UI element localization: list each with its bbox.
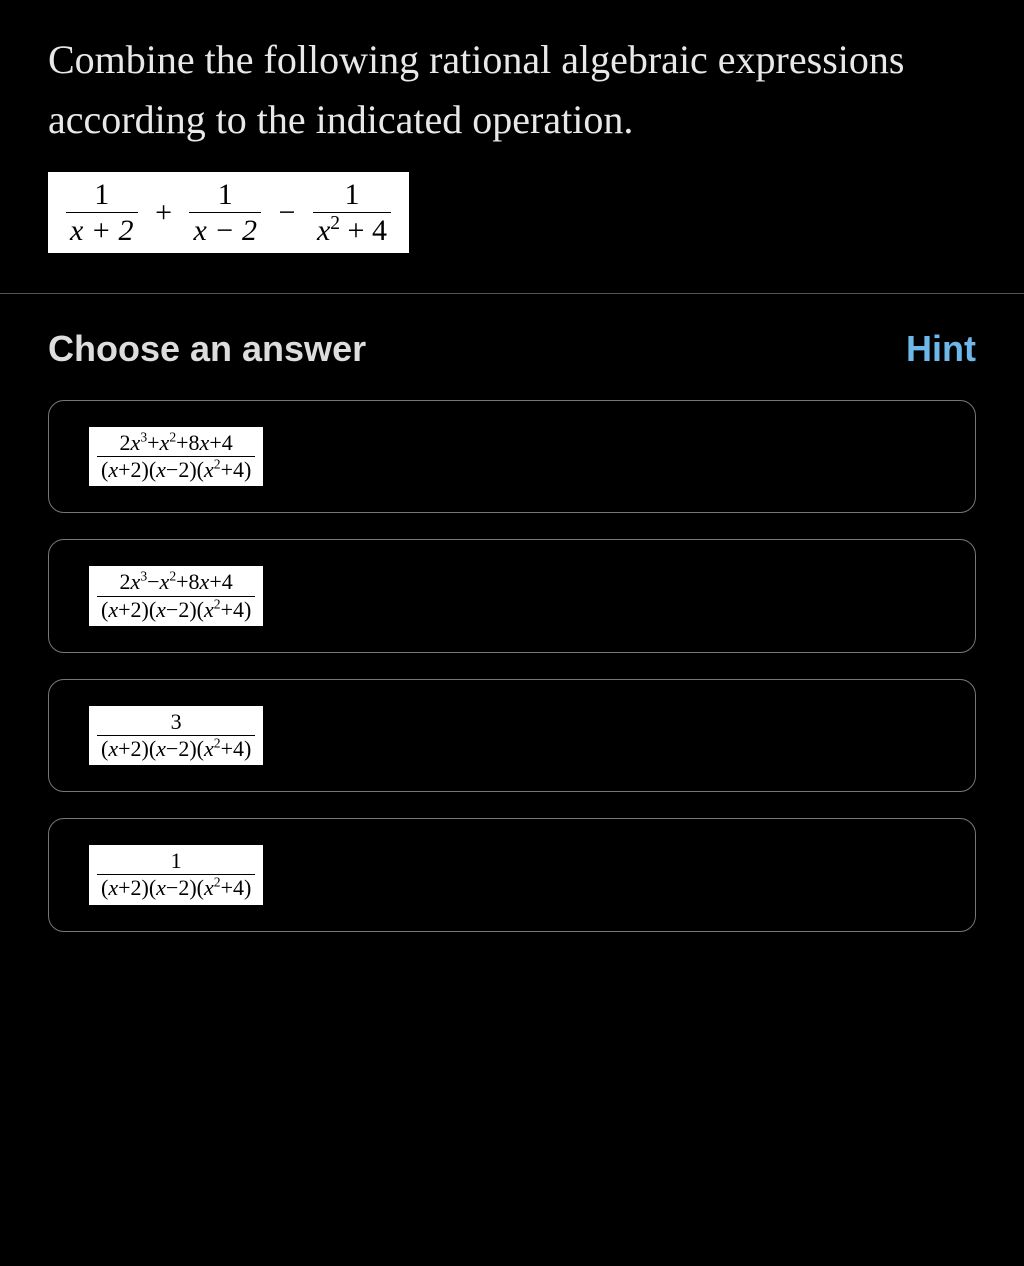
question-expression: 1 x + 2 + 1 x − 2 − 1 x2 + 4 (48, 172, 409, 253)
option-expression: 2x3+x2+8x+4 (x+2)(x−2)(x2+4) (89, 427, 263, 486)
option-expression: 1 (x+2)(x−2)(x2+4) (89, 845, 263, 904)
answer-option[interactable]: 2x3−x2+8x+4 (x+2)(x−2)(x2+4) (48, 539, 976, 652)
option-expression: 3 (x+2)(x−2)(x2+4) (89, 706, 263, 765)
hint-link[interactable]: Hint (906, 328, 976, 370)
question-section: Combine the following rational algebraic… (0, 0, 1024, 293)
answer-option[interactable]: 3 (x+2)(x−2)(x2+4) (48, 679, 976, 792)
answer-option[interactable]: 2x3+x2+8x+4 (x+2)(x−2)(x2+4) (48, 400, 976, 513)
answer-header: Choose an answer Hint (48, 328, 976, 370)
answer-option[interactable]: 1 (x+2)(x−2)(x2+4) (48, 818, 976, 931)
answer-section: Choose an answer Hint 2x3+x2+8x+4 (x+2)(… (0, 294, 1024, 978)
question-prompt: Combine the following rational algebraic… (48, 30, 976, 150)
option-expression: 2x3−x2+8x+4 (x+2)(x−2)(x2+4) (89, 566, 263, 625)
choose-answer-label: Choose an answer (48, 328, 366, 370)
